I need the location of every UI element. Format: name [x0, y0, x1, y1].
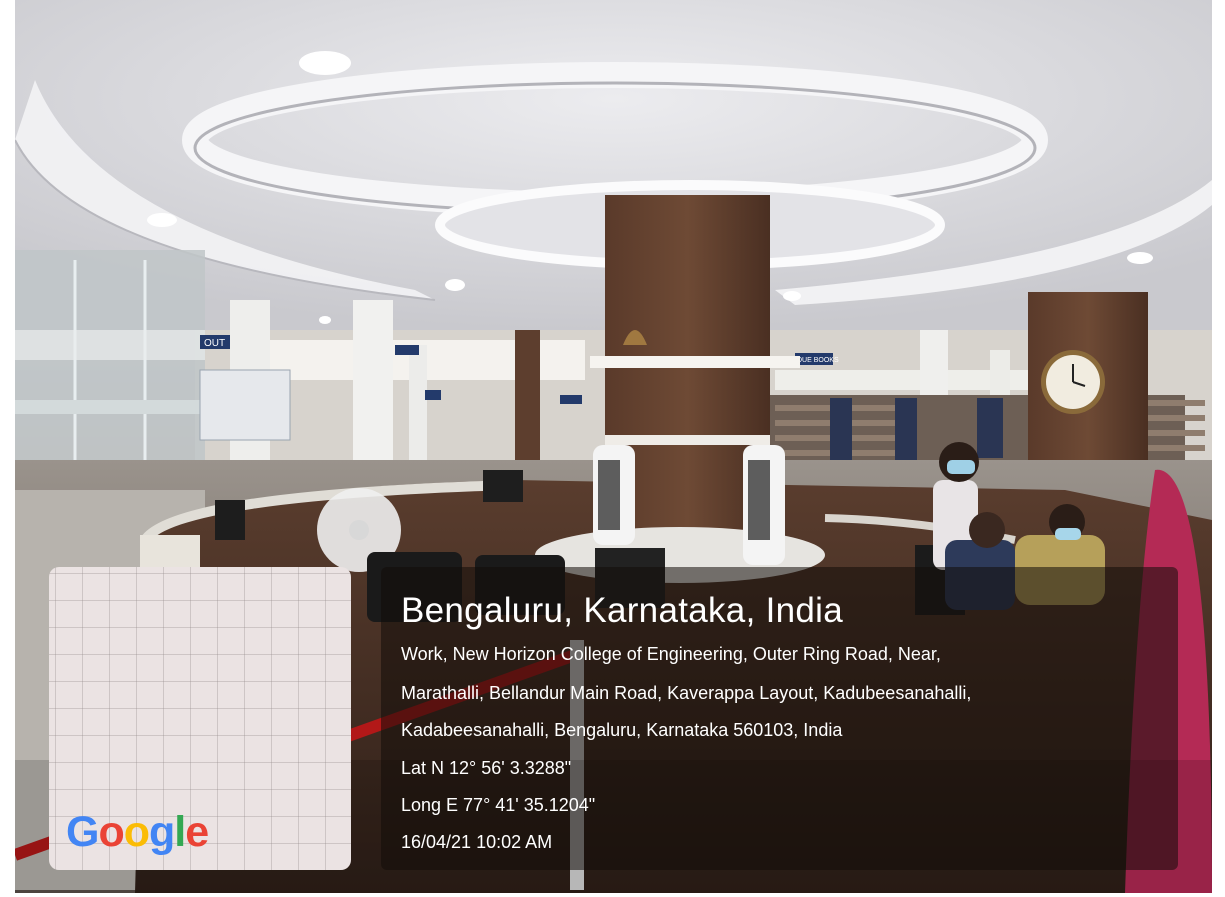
google-logo-letter: g — [149, 808, 175, 856]
google-logo-letter: o — [98, 808, 124, 856]
address-line-1: Work, New Horizon College of Engineering… — [401, 644, 941, 664]
geotag-info-panel: Bengaluru, Karnataka, India Work, New Ho… — [381, 567, 1178, 870]
address-line-3: Kadabeesanahalli, Bengaluru, Karnataka 5… — [401, 720, 843, 740]
google-logo-letter: o — [123, 808, 150, 856]
address-line-2: Marathalli, Bellandur Main Road, Kaverap… — [401, 683, 972, 703]
place-title: Bengaluru, Karnataka, India — [401, 591, 844, 630]
timestamp-text: 16/04/21 10:02 AM — [401, 832, 553, 852]
google-logo-letter: l — [174, 808, 186, 856]
google-logo-letter: G — [66, 808, 99, 856]
google-logo-letter: e — [185, 808, 209, 856]
latitude-text: Lat N 12° 56' 3.3288" — [401, 758, 572, 778]
due-books-sign: DUE BOOKS — [797, 357, 839, 364]
google-logo: Google — [66, 808, 209, 856]
longitude-text: Long E 77° 41' 35.1204" — [401, 795, 596, 815]
out-sign: OUT — [204, 338, 225, 349]
location-map-thumbnail[interactable]: Google — [49, 567, 351, 870]
